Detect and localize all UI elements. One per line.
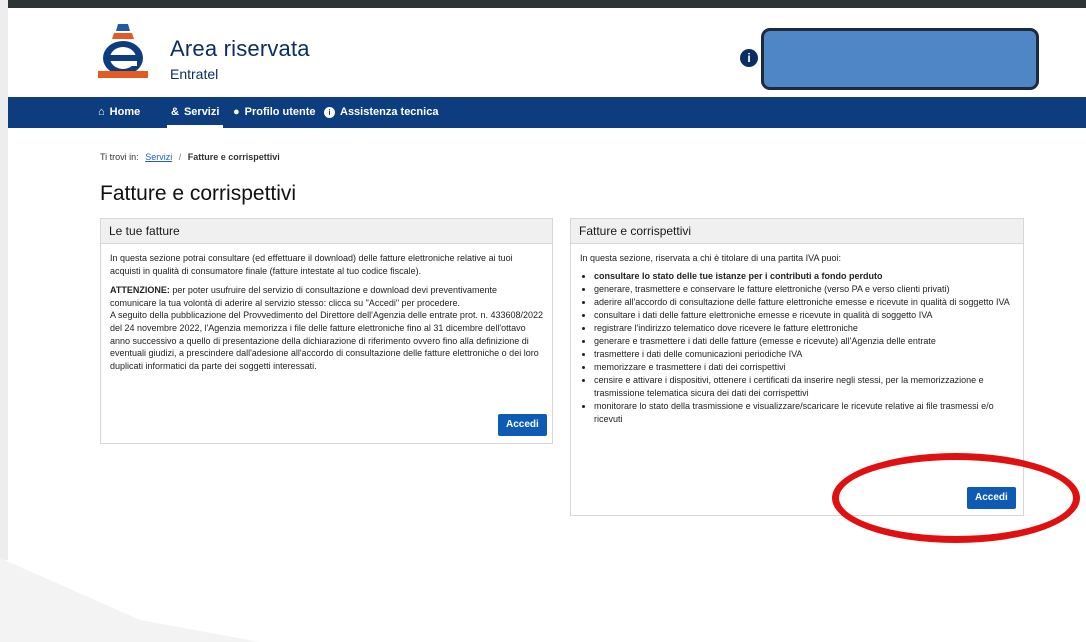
card-intro: In questa sezione, riservata a chi è tit… <box>580 253 841 263</box>
app-subtitle: Entratel <box>170 66 219 82</box>
attention-label: ATTENZIONE: <box>110 285 170 296</box>
breadcrumb-link-servizi[interactable]: Servizi <box>145 152 172 162</box>
card-le-tue-fatture: Le tue fatture In questa sezione potrai … <box>100 218 553 444</box>
user-icon: ● <box>233 106 240 118</box>
list-item: consultare i dati delle fatture elettron… <box>594 309 1015 322</box>
breadcrumb-current: Fatture e corrispettivi <box>187 152 280 162</box>
nav-home[interactable]: ⌂ Home <box>98 97 140 128</box>
nav-servizi-label: Servizi <box>183 106 220 118</box>
card-fatture-corrispettivi: Fatture e corrispettivi In questa sezion… <box>570 218 1024 516</box>
list-item: generare e trasmettere i dati delle fatt… <box>594 335 1015 348</box>
browser-top-bar <box>0 0 1086 8</box>
nav-profilo-label: Profilo utente <box>244 106 316 118</box>
list-item: aderire all'accordo di consultazione del… <box>594 296 1015 309</box>
accedi-button-corrispettivi[interactable]: Accedi <box>967 487 1016 509</box>
card-title: Fatture e corrispettivi <box>571 219 1023 244</box>
breadcrumb-separator: / <box>178 152 182 162</box>
nav-profilo[interactable]: ● Profilo utente <box>233 97 316 128</box>
app-title: Area riservata <box>170 36 310 61</box>
breadcrumb-prefix: Ti trovi in: <box>100 152 139 162</box>
accedi-button-fatture[interactable]: Accedi <box>498 414 547 436</box>
list-item: trasmettere i dati delle comunicazioni p… <box>594 348 1015 361</box>
breadcrumb: Ti trovi in: Servizi / Fatture e corrisp… <box>100 152 280 162</box>
nav-servizi[interactable]: & Servizi <box>166 97 224 128</box>
list-item: generare, trasmettere e conservare le fa… <box>594 283 1015 296</box>
nav-assistenza[interactable]: i Assistenza tecnica <box>324 97 438 128</box>
card-body: In questa sezione potrai consultare (ed … <box>101 244 552 372</box>
attention-paragraph: ATTENZIONE: per poter usufruire del serv… <box>110 284 544 309</box>
services-list: consultare lo stato delle tue istanze pe… <box>580 270 1015 426</box>
agenzia-entrate-logo[interactable] <box>94 22 152 80</box>
card-body: In questa sezione, riservata a chi è tit… <box>571 244 1023 425</box>
nav-home-label: Home <box>109 106 141 118</box>
background-decoration <box>0 558 260 642</box>
card-intro: In questa sezione potrai consultare (ed … <box>110 253 513 276</box>
storage-note: A seguito della pubblicazione del Provve… <box>110 310 544 371</box>
left-edge <box>0 0 8 560</box>
list-item: censire e attivare i dispositivi, ottene… <box>594 374 1015 399</box>
redacted-user-box[interactable] <box>761 28 1039 90</box>
list-item: consultare lo stato delle tue istanze pe… <box>594 270 1015 283</box>
info-circle-icon: i <box>324 106 335 118</box>
list-item: monitorare lo stato della trasmissione e… <box>594 400 1015 425</box>
info-icon[interactable]: i <box>740 49 758 67</box>
list-item: registrare l'indirizzo telematico dove r… <box>594 322 1015 335</box>
page-title: Fatture e corrispettivi <box>100 182 297 205</box>
main-navbar: ⌂ Home & Servizi ● Profilo utente i Assisten… <box>8 97 1086 128</box>
nav-assistenza-label: Assistenza tecnica <box>340 106 439 118</box>
list-item: memorizzare e trasmettere i dati dei cor… <box>594 361 1015 374</box>
card-title: Le tue fatture <box>101 219 552 244</box>
services-icon: & <box>171 106 179 118</box>
home-icon: ⌂ <box>98 106 105 118</box>
